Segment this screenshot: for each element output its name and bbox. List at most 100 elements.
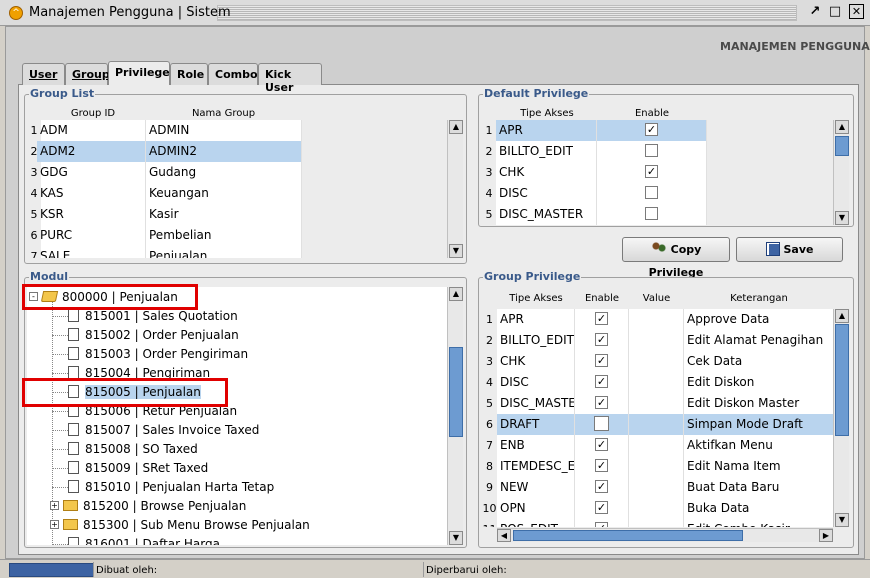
enable-checkbox[interactable]: ✓ — [645, 165, 658, 178]
tipe-akses-cell[interactable]: APR — [497, 309, 575, 330]
value-cell[interactable] — [629, 414, 684, 435]
table-row[interactable]: 11POS_EDIT ✓ Edit Combo Kasir — [482, 519, 834, 527]
group-name-cell[interactable]: Pembelian — [146, 225, 302, 246]
value-cell[interactable] — [629, 393, 684, 414]
tipe-akses-cell[interactable]: NEW — [497, 477, 575, 498]
scroll-thumb[interactable] — [835, 324, 849, 436]
group-id-cell[interactable]: PURC — [37, 225, 146, 246]
group-name-cell[interactable]: Kasir — [146, 204, 302, 225]
tipe-akses-cell[interactable]: CHK — [496, 162, 597, 183]
enable-checkbox[interactable]: ✓ — [595, 396, 608, 409]
value-cell[interactable] — [629, 351, 684, 372]
value-cell[interactable] — [629, 519, 684, 527]
tipe-akses-cell[interactable]: ITEMDESC_EDIT — [497, 456, 575, 477]
tab-role[interactable]: Role — [170, 63, 208, 85]
group-name-cell[interactable]: Penjualan — [146, 246, 302, 258]
maximize-icon[interactable]: □ — [826, 4, 844, 21]
table-row[interactable]: 3 CHK ✓ — [482, 162, 707, 183]
enable-checkbox[interactable]: ✓ — [595, 375, 608, 388]
tree-node[interactable]: 815008 | SO Taxed — [48, 440, 198, 459]
scroll-down-icon[interactable]: ▼ — [835, 513, 849, 527]
scroll-up-icon[interactable]: ▲ — [449, 287, 463, 301]
group-id-cell[interactable]: SALE — [37, 246, 146, 258]
tipe-akses-cell[interactable]: CHK — [497, 351, 575, 372]
default-privilege-scrollbar[interactable]: ▲ ▼ — [833, 120, 849, 225]
keterangan-cell[interactable]: Edit Diskon Master — [684, 393, 834, 414]
enable-checkbox[interactable]: ✓ — [645, 123, 658, 136]
group-name-cell[interactable]: Keuangan — [146, 183, 302, 204]
table-row[interactable]: 2 BILLTO_EDIT — [482, 141, 707, 162]
tab-user[interactable]: User — [22, 63, 65, 85]
group-privilege-hscrollbar[interactable]: ◀ ▶ — [497, 528, 833, 542]
enable-checkbox[interactable] — [645, 144, 658, 157]
tipe-akses-cell[interactable]: ENB — [497, 435, 575, 456]
tab-combo[interactable]: Combo — [208, 63, 258, 85]
tipe-akses-cell[interactable]: DISC — [496, 183, 597, 204]
expand-icon[interactable]: + — [50, 520, 59, 529]
value-cell[interactable] — [629, 456, 684, 477]
group-id-cell[interactable]: ADM2 — [37, 141, 146, 162]
tipe-akses-cell[interactable]: APR — [496, 120, 597, 141]
keterangan-cell[interactable]: Edit Nama Item — [684, 456, 834, 477]
scroll-right-icon[interactable]: ▶ — [819, 529, 833, 542]
group-name-cell[interactable]: ADMIN2 — [146, 141, 302, 162]
table-row[interactable]: 1 ADM ADMIN — [27, 120, 302, 141]
modul-scrollbar[interactable]: ▲ ▼ — [447, 287, 463, 545]
table-row[interactable]: 2 BILLTO_EDIT ✓ Edit Alamat Penagihan — [482, 330, 834, 351]
group-name-cell[interactable]: ADMIN — [146, 120, 302, 141]
enable-checkbox[interactable]: ✓ — [595, 333, 608, 346]
keterangan-cell[interactable]: Buat Data Baru — [684, 477, 834, 498]
save-button[interactable]: Save — [736, 237, 843, 262]
scroll-thumb[interactable] — [835, 136, 849, 156]
scroll-down-icon[interactable]: ▼ — [835, 211, 849, 225]
restore-icon[interactable]: ↗ — [806, 4, 824, 21]
table-row[interactable]: 6 DRAFT Simpan Mode Draft — [482, 414, 834, 435]
group-id-cell[interactable]: KSR — [37, 204, 146, 225]
table-row[interactable]: 6 PURC Pembelian — [27, 225, 302, 246]
group-id-cell[interactable]: KAS — [37, 183, 146, 204]
tipe-akses-cell[interactable]: POS_EDIT — [497, 519, 575, 527]
table-row[interactable]: 4 KAS Keuangan — [27, 183, 302, 204]
tipe-akses-cell[interactable]: OPN — [497, 498, 575, 519]
table-row[interactable]: 4 DISC ✓ Edit Diskon — [482, 372, 834, 393]
table-row[interactable]: 7 ENB ✓ Aktifkan Menu — [482, 435, 834, 456]
enable-checkbox[interactable]: ✓ — [595, 522, 608, 527]
keterangan-cell[interactable]: Edit Diskon — [684, 372, 834, 393]
tree-node[interactable]: +815200 | Browse Penjualan — [48, 497, 246, 516]
keterangan-cell[interactable]: Aktifkan Menu — [684, 435, 834, 456]
scroll-up-icon[interactable]: ▲ — [835, 120, 849, 134]
scroll-thumb[interactable] — [513, 530, 743, 541]
enable-checkbox[interactable]: ✓ — [595, 480, 608, 493]
enable-checkbox[interactable]: ✓ — [595, 312, 608, 325]
table-row[interactable]: 10 OPN ✓ Buka Data — [482, 498, 834, 519]
copy-privilege-button[interactable]: Copy Privilege — [622, 237, 730, 279]
table-row[interactable]: 4 DISC — [482, 183, 707, 204]
table-row[interactable]: 9 NEW ✓ Buat Data Baru — [482, 477, 834, 498]
value-cell[interactable] — [629, 498, 684, 519]
group-id-cell[interactable]: GDG — [37, 162, 146, 183]
table-row[interactable]: 3 CHK ✓ Cek Data — [482, 351, 834, 372]
value-cell[interactable] — [629, 330, 684, 351]
keterangan-cell[interactable]: Approve Data — [684, 309, 834, 330]
enable-checkbox[interactable] — [645, 186, 658, 199]
group-name-cell[interactable]: Gudang — [146, 162, 302, 183]
keterangan-cell[interactable]: Buka Data — [684, 498, 834, 519]
tree-node[interactable]: 815010 | Penjualan Harta Tetap — [48, 478, 274, 497]
value-cell[interactable] — [629, 372, 684, 393]
tipe-akses-cell[interactable]: DISC_MASTER — [497, 393, 575, 414]
expand-icon[interactable]: + — [50, 501, 59, 510]
scroll-down-icon[interactable]: ▼ — [449, 531, 463, 545]
table-row[interactable]: 5DISC_MASTER ✓ Edit Diskon Master — [482, 393, 834, 414]
keterangan-cell[interactable]: Edit Alamat Penagihan — [684, 330, 834, 351]
group-id-cell[interactable]: ADM — [37, 120, 146, 141]
close-icon[interactable]: ✕ — [849, 4, 864, 19]
tipe-akses-cell[interactable]: DISC — [497, 372, 575, 393]
enable-checkbox[interactable]: ✓ — [595, 459, 608, 472]
scroll-down-icon[interactable]: ▼ — [449, 244, 463, 258]
tree-node[interactable]: 815003 | Order Pengiriman — [48, 345, 248, 364]
tab-kick-user[interactable]: Kick User — [258, 63, 322, 94]
tipe-akses-cell[interactable]: BILLTO_EDIT — [496, 141, 597, 162]
value-cell[interactable] — [629, 435, 684, 456]
scroll-left-icon[interactable]: ◀ — [497, 529, 511, 542]
scroll-thumb[interactable] — [449, 347, 463, 437]
